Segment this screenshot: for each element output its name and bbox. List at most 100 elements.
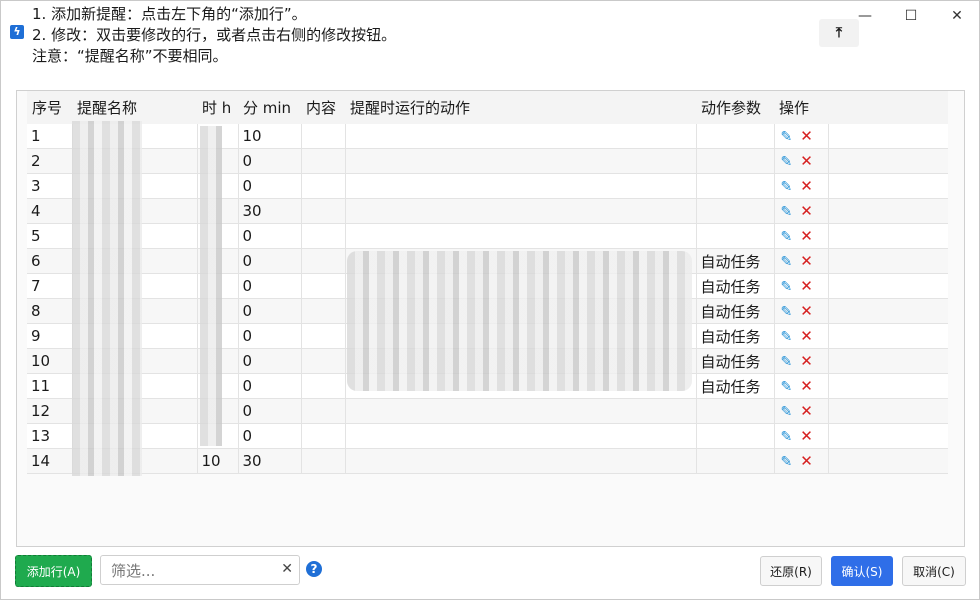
cell-minute[interactable]: 10 [238,124,302,149]
cell-content[interactable] [301,148,346,174]
cell-action[interactable] [345,423,697,449]
cell-filler[interactable] [828,124,948,149]
cell-content[interactable] [301,373,346,399]
cell-minute[interactable]: 30 [238,198,302,224]
cell-filler[interactable] [828,348,948,374]
cell-index[interactable]: 12 [27,398,73,424]
cell-ops[interactable]: ✎ ✕ [774,223,829,249]
cell-minute[interactable]: 0 [238,373,302,399]
cell-content[interactable] [301,173,346,199]
cell-minute[interactable]: 0 [238,323,302,349]
cell-content[interactable] [301,248,346,274]
col-header-index[interactable]: 序号 [27,91,72,124]
cell-filler[interactable] [828,448,948,474]
cell-ops[interactable]: ✎ ✕ [774,448,829,474]
edit-icon[interactable]: ✎ [781,454,793,470]
delete-icon[interactable]: ✕ [800,327,813,345]
cell-content[interactable] [301,398,346,424]
table-row[interactable]: 13 0 ✎ ✕ [27,423,948,449]
cell-filler[interactable] [828,148,948,174]
edit-icon[interactable]: ✎ [781,354,793,370]
cell-action[interactable] [345,223,697,249]
cell-param[interactable] [696,223,775,249]
cell-ops[interactable]: ✎ ✕ [774,298,829,324]
delete-icon[interactable]: ✕ [800,127,813,145]
cell-index[interactable]: 4 [27,198,73,224]
cell-index[interactable]: 14 [27,448,73,474]
col-header-param[interactable]: 动作参数 [696,91,774,124]
cell-index[interactable]: 5 [27,223,73,249]
cell-param[interactable] [696,398,775,424]
table-row[interactable]: 2 0 ✎ ✕ [27,148,948,174]
table-row[interactable]: 5 0 ✎ ✕ [27,223,948,249]
cell-filler[interactable] [828,273,948,299]
cell-minute[interactable]: 0 [238,223,302,249]
edit-icon[interactable]: ✎ [781,279,793,295]
cell-param[interactable] [696,124,775,149]
cell-content[interactable] [301,448,346,474]
edit-icon[interactable]: ✎ [781,404,793,420]
col-header-name[interactable]: 提醒名称 [72,91,197,124]
cell-index[interactable]: 10 [27,348,73,374]
add-row-button[interactable]: 添加行(A) [15,555,92,587]
cell-minute[interactable]: 30 [238,448,302,474]
cell-filler[interactable] [828,223,948,249]
cell-filler[interactable] [828,198,948,224]
edit-icon[interactable]: ✎ [781,254,793,270]
cell-content[interactable] [301,198,346,224]
edit-icon[interactable]: ✎ [781,179,793,195]
cell-param[interactable] [696,198,775,224]
cell-content[interactable] [301,423,346,449]
cell-ops[interactable]: ✎ ✕ [774,373,829,399]
cell-content[interactable] [301,298,346,324]
restore-button[interactable]: 还原(R) [760,556,822,586]
cell-action[interactable] [345,173,697,199]
edit-icon[interactable]: ✎ [781,304,793,320]
cell-ops[interactable]: ✎ ✕ [774,148,829,174]
cell-param[interactable]: 自动任务 [696,373,775,399]
maximize-button[interactable]: ☐ [888,0,934,32]
table-row[interactable]: 14 10 30 ✎ ✕ [27,448,948,474]
cell-param[interactable]: 自动任务 [696,298,775,324]
cell-ops[interactable]: ✎ ✕ [774,348,829,374]
cell-filler[interactable] [828,173,948,199]
table-row[interactable]: 12 0 ✎ ✕ [27,398,948,424]
cell-filler[interactable] [828,248,948,274]
col-header-hour[interactable]: 时 h [197,91,238,124]
cell-index[interactable]: 6 [27,248,73,274]
cell-content[interactable] [301,323,346,349]
cell-param[interactable]: 自动任务 [696,348,775,374]
cell-param[interactable] [696,173,775,199]
cell-ops[interactable]: ✎ ✕ [774,124,829,149]
delete-icon[interactable]: ✕ [800,177,813,195]
cell-param[interactable] [696,448,775,474]
table-row[interactable]: 3 0 ✎ ✕ [27,173,948,199]
cell-minute[interactable]: 0 [238,273,302,299]
edit-icon[interactable]: ✎ [781,204,793,220]
cell-ops[interactable]: ✎ ✕ [774,273,829,299]
edit-icon[interactable]: ✎ [781,154,793,170]
table-row[interactable]: 4 30 ✎ ✕ [27,198,948,224]
edit-icon[interactable]: ✎ [781,229,793,245]
cell-param[interactable]: 自动任务 [696,273,775,299]
cell-action[interactable] [345,198,697,224]
clear-icon[interactable]: ✕ [281,561,293,577]
edit-icon[interactable]: ✎ [781,379,793,395]
cell-ops[interactable]: ✎ ✕ [774,398,829,424]
cell-ops[interactable]: ✎ ✕ [774,323,829,349]
cell-filler[interactable] [828,398,948,424]
cell-action[interactable] [345,124,697,149]
col-header-minute[interactable]: 分 min [238,91,301,124]
cell-minute[interactable]: 0 [238,148,302,174]
delete-icon[interactable]: ✕ [800,252,813,270]
cell-index[interactable]: 13 [27,423,73,449]
delete-icon[interactable]: ✕ [800,402,813,420]
edit-icon[interactable]: ✎ [781,329,793,345]
edit-icon[interactable]: ✎ [781,129,793,145]
delete-icon[interactable]: ✕ [800,202,813,220]
cell-minute[interactable]: 0 [238,248,302,274]
cell-minute[interactable]: 0 [238,423,302,449]
cell-ops[interactable]: ✎ ✕ [774,173,829,199]
cancel-button[interactable]: 取消(C) [902,556,966,586]
table-row[interactable]: 1 10 ✎ ✕ [27,124,948,149]
